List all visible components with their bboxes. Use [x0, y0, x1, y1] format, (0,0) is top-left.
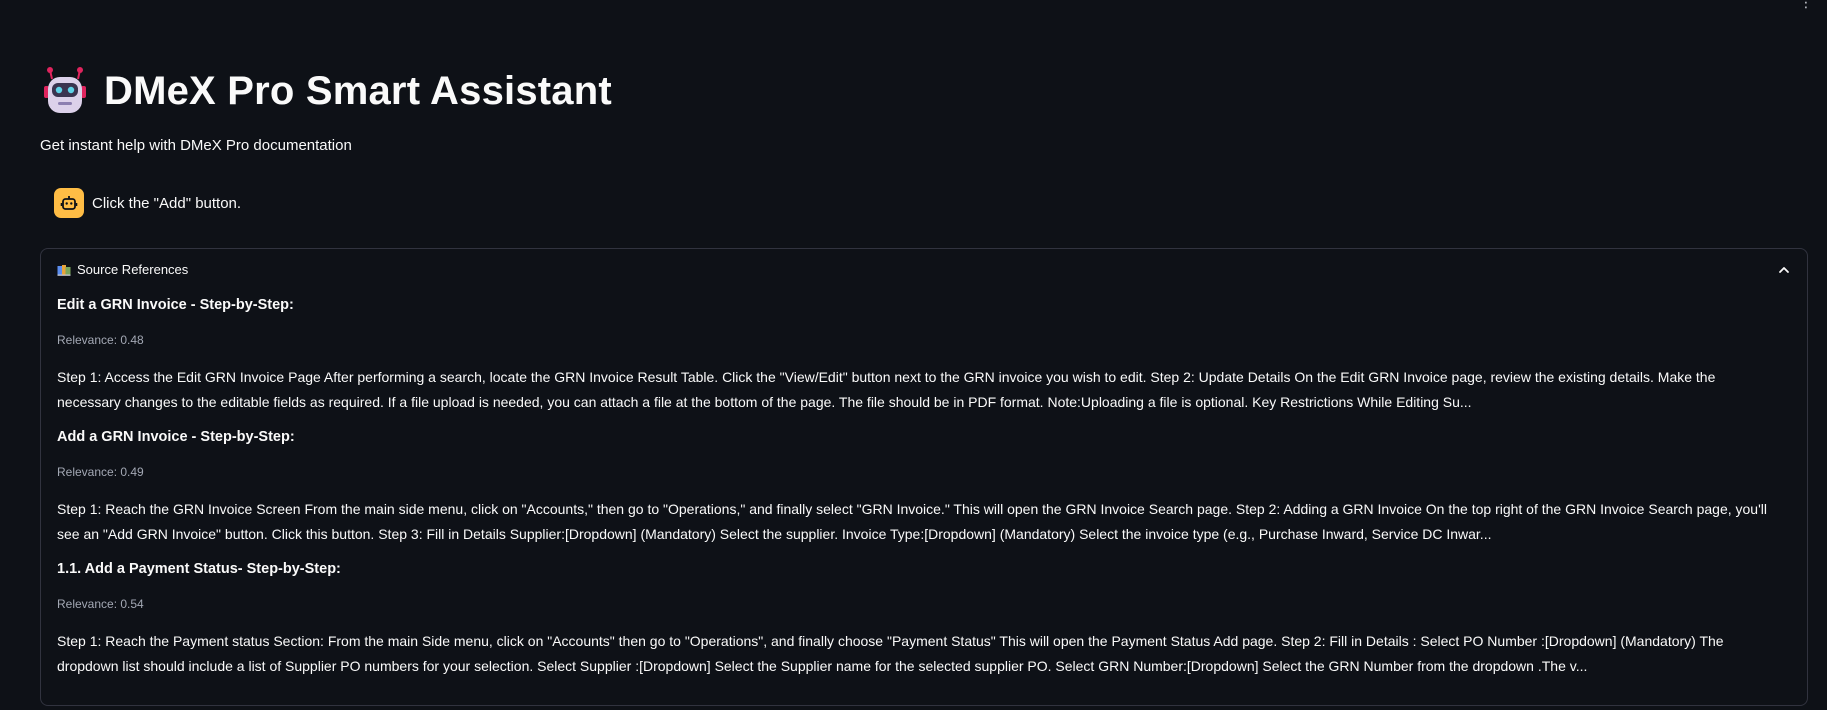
chevron-up-icon[interactable] — [1777, 263, 1791, 277]
source-references-list: Edit a GRN Invoice - Step-by-Step: Relev… — [57, 295, 1783, 678]
source-reference-excerpt: Step 1: Reach the GRN Invoice Screen Fro… — [57, 501, 1767, 542]
source-reference-item: Edit a GRN Invoice - Step-by-Step: Relev… — [57, 295, 1783, 414]
source-reference-title: Add a GRN Invoice - Step-by-Step: — [57, 429, 295, 445]
app-page: ⋮ DMeX Pro Smart Assistant Get instant h… — [0, 0, 1827, 710]
source-reference-relevance: Relevance: 0.49 — [57, 465, 144, 479]
bot-avatar-icon — [54, 188, 84, 218]
source-references-toggle[interactable]: Source References — [57, 262, 1791, 277]
source-references-header: Source References — [57, 262, 188, 277]
page-header: DMeX Pro Smart Assistant — [40, 66, 612, 116]
source-reference-title: Edit a GRN Invoice - Step-by-Step: — [57, 297, 294, 313]
robot-icon — [40, 66, 90, 116]
page-title: DMeX Pro Smart Assistant — [104, 68, 612, 113]
source-references-label: Source References — [77, 262, 189, 277]
page-subtitle: Get instant help with DMeX Pro documenta… — [40, 137, 352, 154]
assistant-message-text: Click the "Add" button. — [92, 194, 242, 212]
assistant-message: Click the "Add" button. — [54, 188, 241, 218]
source-reference-excerpt: Step 1: Reach the Payment status Section… — [57, 633, 1724, 674]
source-reference-relevance: Relevance: 0.48 — [57, 333, 144, 347]
books-icon — [57, 264, 71, 276]
source-reference-title: 1.1. Add a Payment Status- Step-by-Step: — [57, 561, 341, 577]
source-reference-item: 1.1. Add a Payment Status- Step-by-Step:… — [57, 559, 1783, 678]
source-reference-relevance: Relevance: 0.54 — [57, 597, 144, 611]
source-reference-excerpt: Step 1: Access the Edit GRN Invoice Page… — [57, 369, 1716, 410]
source-references-expander: Source References Edit a GRN Invoice - S… — [40, 248, 1808, 706]
source-reference-item: Add a GRN Invoice - Step-by-Step: Releva… — [57, 427, 1783, 546]
main-menu-button[interactable]: ⋮ — [1799, 0, 1813, 11]
